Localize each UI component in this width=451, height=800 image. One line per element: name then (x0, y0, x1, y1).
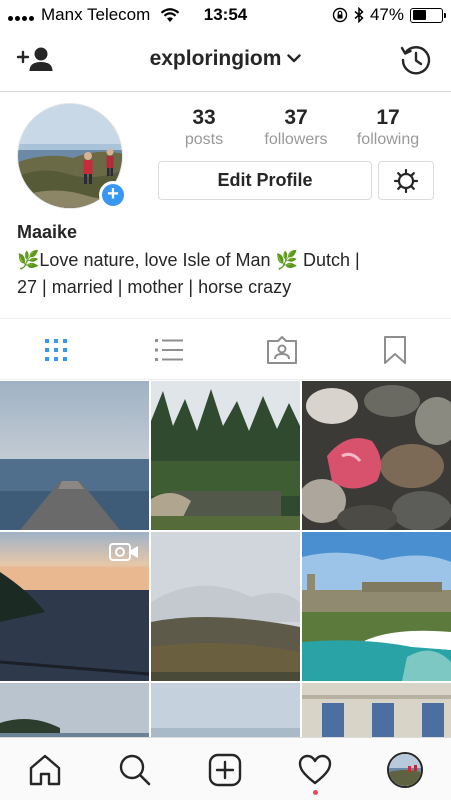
gear-icon (393, 168, 419, 193)
bluetooth-icon (354, 7, 364, 23)
signal-icon (8, 9, 34, 21)
status-right: 47% (332, 5, 446, 25)
battery-icon (410, 7, 446, 23)
stat-following[interactable]: 17 following (338, 106, 438, 149)
tagged-icon (267, 336, 297, 364)
grid-photo[interactable] (302, 683, 451, 737)
grid-photo[interactable] (302, 381, 451, 530)
grid-photo[interactable] (151, 532, 300, 681)
new-post-icon (208, 753, 242, 787)
nav-activity[interactable] (297, 752, 333, 788)
search-icon (119, 754, 151, 786)
profile-bio-line-2: 27 | married | mother | horse crazy (17, 277, 292, 297)
bottom-nav (0, 737, 451, 800)
list-icon (155, 339, 183, 361)
options-button[interactable] (378, 161, 434, 200)
profile-name: Maaike (17, 222, 78, 242)
grid-photo[interactable] (302, 532, 451, 681)
tab-saved[interactable] (378, 333, 412, 367)
saved-icon (384, 336, 406, 364)
nav-new-post[interactable] (207, 752, 243, 788)
profile-header: exploringiom (0, 30, 451, 92)
username-title: exploringiom (149, 47, 282, 70)
grid-photo[interactable] (0, 381, 149, 530)
activity-notification-dot (313, 790, 318, 795)
carrier-name: Manx Telecom (41, 5, 151, 24)
nav-profile[interactable] (387, 752, 423, 788)
grid-photo[interactable] (151, 381, 300, 530)
profile-avatar-block[interactable]: + (17, 103, 127, 211)
stat-posts-value: 33 (192, 106, 216, 129)
archive-history-icon[interactable] (399, 43, 433, 77)
photo-grid (0, 381, 451, 737)
stat-posts[interactable]: 33 posts (154, 106, 254, 149)
tab-grid[interactable] (39, 333, 73, 367)
grid-icon (45, 339, 67, 361)
profile-bio: 🌿Love nature, love Isle of Man 🌿 Dutch |… (17, 247, 432, 301)
add-story-plus-icon[interactable]: + (99, 181, 127, 209)
battery-percent: 47% (369, 5, 404, 24)
tab-list[interactable] (152, 333, 186, 367)
profile-view-tabs (0, 318, 451, 380)
stat-followers-value: 37 (284, 106, 308, 129)
wifi-icon (161, 7, 180, 22)
grid-photo[interactable] (151, 683, 300, 737)
home-icon (29, 754, 61, 786)
stat-following-value: 17 (376, 106, 400, 129)
chevron-down-icon (287, 54, 302, 63)
username-switcher[interactable]: exploringiom (0, 47, 451, 71)
profile-bio-line-1: 🌿Love nature, love Isle of Man 🌿 Dutch | (17, 250, 360, 270)
status-bar: Manx Telecom 13:54 47% (0, 0, 451, 30)
video-icon (109, 543, 138, 561)
nav-home[interactable] (27, 752, 63, 788)
orientation-lock-icon (332, 7, 348, 23)
stat-following-label: following (356, 131, 420, 148)
grid-photo[interactable] (0, 532, 149, 681)
stat-followers[interactable]: 37 followers (246, 106, 346, 149)
stat-followers-label: followers (264, 131, 328, 148)
status-left: Manx Telecom (8, 5, 180, 25)
profile-avatar (387, 752, 423, 788)
battery-level (412, 10, 426, 20)
activity-heart-icon (298, 754, 332, 785)
nav-search[interactable] (117, 752, 153, 788)
grid-photo[interactable] (0, 683, 149, 737)
tab-tagged[interactable] (265, 333, 299, 367)
stat-posts-label: posts (184, 131, 224, 148)
edit-profile-button[interactable]: Edit Profile (158, 161, 372, 200)
